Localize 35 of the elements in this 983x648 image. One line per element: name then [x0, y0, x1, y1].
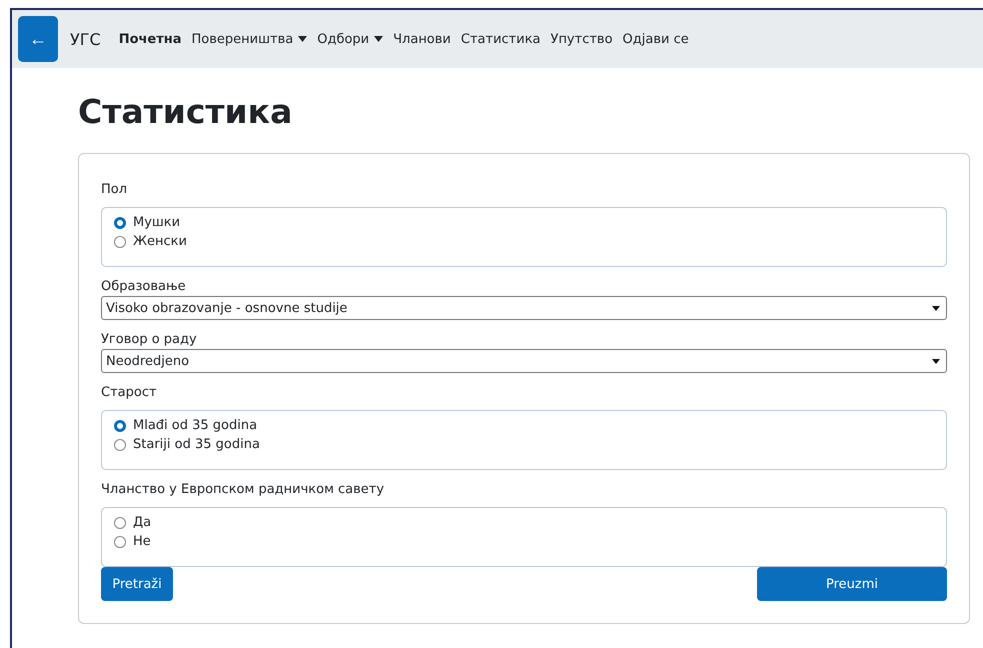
nav-link[interactable]: Упутство	[550, 32, 613, 46]
nav-link[interactable]: Почетна	[118, 32, 182, 46]
download-button[interactable]: Preuzmi	[757, 567, 947, 601]
radio-label[interactable]: Stariji od 35 godina	[133, 437, 260, 452]
radio-button[interactable]	[114, 536, 126, 548]
page-title: Статистика	[78, 92, 294, 131]
search-button[interactable]: Pretraži	[101, 567, 173, 601]
caret-icon	[374, 36, 384, 42]
radio-label[interactable]: Mlađi od 35 godina	[133, 418, 258, 433]
field-label: Пол	[101, 182, 128, 197]
field-label: Уговор о раду	[101, 332, 198, 347]
radio-label[interactable]: Да	[133, 515, 152, 530]
brand-name[interactable]: УГС	[70, 30, 101, 48]
radio-button[interactable]	[114, 438, 126, 450]
radio-button[interactable]	[114, 420, 126, 432]
nav-link[interactable]: Одјави се	[622, 32, 689, 46]
nav-link[interactable]: Статистика	[460, 32, 541, 46]
radio-label[interactable]: Не	[133, 534, 151, 549]
radio-label[interactable]: Женски	[133, 234, 187, 249]
back-button[interactable]: ←	[18, 16, 58, 62]
radio-label[interactable]: Мушки	[133, 215, 180, 230]
radio-button[interactable]	[114, 216, 126, 228]
caret-icon	[932, 306, 940, 310]
nav-link[interactable]: Повереништва	[192, 32, 308, 46]
caret-icon	[298, 36, 308, 42]
nav-link[interactable]: Одбори	[317, 32, 384, 46]
nav-link[interactable]: Чланови	[393, 32, 451, 46]
select-field[interactable]: Neodredjeno	[101, 349, 947, 373]
field-label: Чланство у Европском радничком савету	[101, 482, 386, 497]
field-label: Образовање	[101, 279, 187, 294]
select-field[interactable]: Visoko obrazovanje - osnovne studije	[101, 296, 947, 320]
radio-button[interactable]	[114, 236, 126, 248]
field-label: Старост	[101, 385, 158, 400]
caret-icon	[932, 358, 940, 364]
radio-button[interactable]	[114, 516, 126, 528]
